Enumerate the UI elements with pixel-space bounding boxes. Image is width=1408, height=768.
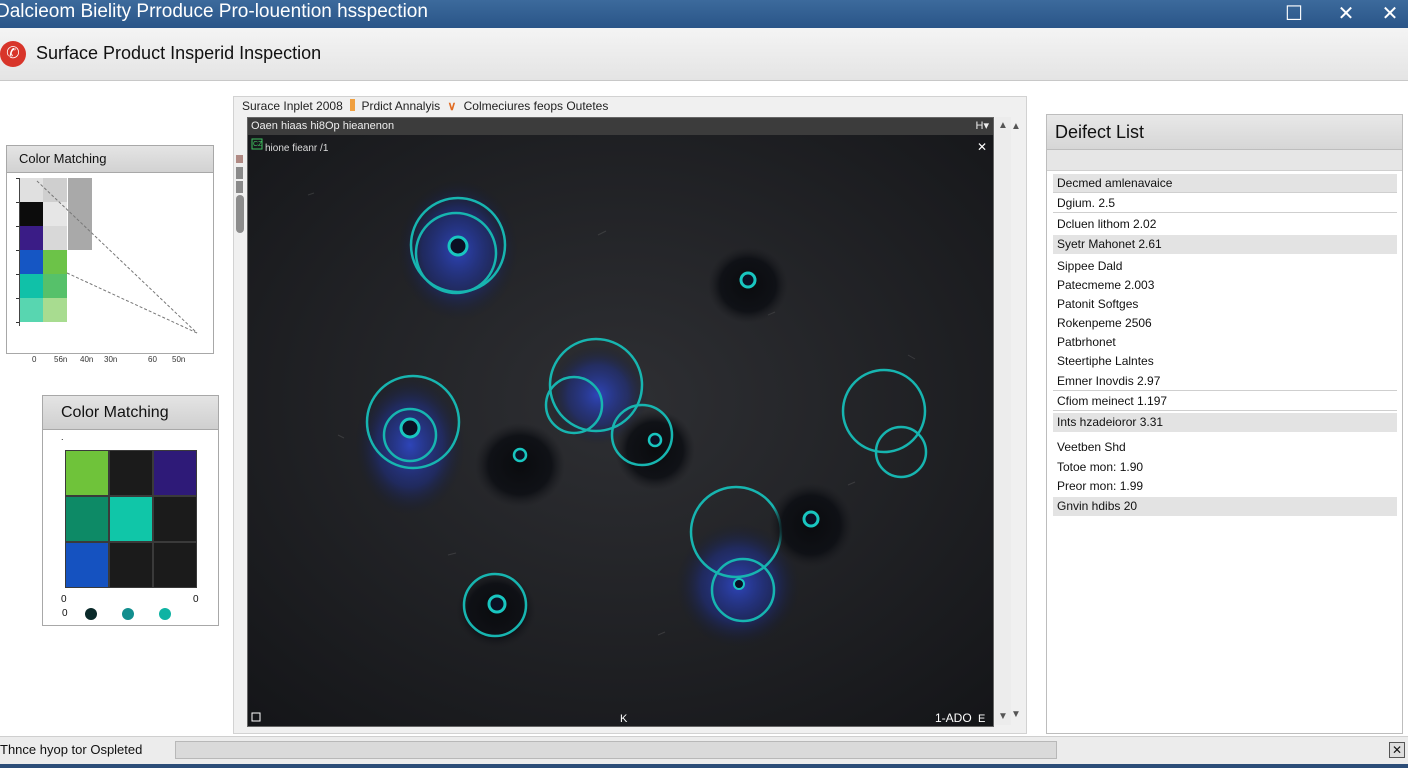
image-close-icon: ✕ [977, 140, 987, 154]
color-matching-grid-panel: Color Matching . 0 0 0 [42, 395, 219, 626]
status-bar: Thnce hyop tor Ospleted ✕ [0, 736, 1408, 765]
axis-tick-label: 56n [54, 355, 68, 364]
window-title-bar: Dalcieom Bielity Prroduce Pro-louention … [0, 0, 1408, 28]
axis-tick-label: 30n [104, 355, 118, 364]
inspection-panel: Surace Inplet 2008 Prdict Annalyis ∨ Col… [233, 96, 1027, 734]
defect-list-item[interactable]: Sippee Dald [1053, 257, 1397, 276]
defect-marker [475, 423, 565, 507]
defect-list-item[interactable]: Preor mon: 1.99 [1053, 477, 1397, 496]
defect-list-item[interactable]: Totoe mon: 1.90 [1053, 458, 1397, 477]
defect-marker [456, 572, 536, 648]
vertical-scrollbar[interactable]: ▲ ▼ [995, 117, 1011, 725]
defect-list-item[interactable]: Patbrhonet [1053, 333, 1397, 352]
panel-scroll-down-icon[interactable]: ▼ [1011, 709, 1021, 720]
overlay-badge-text: CZ [253, 141, 263, 148]
color-grid-cell [153, 496, 197, 542]
inspection-image-window: Oaen hiaas hi8Op hieanenon H▾ CZ hione f… [247, 117, 994, 727]
grid-axis-label: 0 [193, 594, 199, 605]
defect-marker [398, 180, 518, 320]
close-icon: ✕ [1381, 3, 1399, 25]
status-close-icon[interactable]: ✕ [1389, 742, 1405, 758]
grid-axis-label: . [61, 432, 64, 442]
color-grid-cell [65, 542, 109, 588]
tool-marker-icon[interactable] [236, 181, 243, 193]
breadcrumb-item-surface[interactable]: Surace Inplet 2008 [242, 99, 343, 113]
defect-marker [355, 374, 465, 515]
axis-tick-label: 60 [148, 355, 157, 364]
app-title: Surface Product Insperid Inspection [36, 43, 322, 63]
defect-list-item[interactable]: Dgium. 2.5 [1053, 194, 1397, 213]
color-grid-cell [109, 542, 153, 588]
maximize-icon: ☐ [1285, 3, 1303, 25]
breadcrumb: Surace Inplet 2008 Prdict Annalyis ∨ Col… [242, 99, 608, 113]
defect-list-item[interactable]: Rokenpeme 2506 [1053, 314, 1397, 333]
minimize-icon: ✕ [1337, 3, 1355, 25]
axis-tick-label: 0 [32, 355, 37, 364]
color-grid-cell [153, 450, 197, 496]
grid-axis-label: 0 [62, 608, 68, 619]
separator-icon [350, 99, 356, 111]
close-button[interactable]: ✕ [1368, 0, 1408, 28]
guide-lines [36, 180, 198, 334]
color-matching-chart [7, 173, 213, 353]
defect-list-item[interactable]: Veetben Shd [1053, 438, 1397, 457]
defect-list-item[interactable]: Decmed amlenavaice [1053, 174, 1397, 193]
defect-list-item[interactable]: Gnvin hdibs 20 [1053, 497, 1397, 516]
defect-list-item[interactable]: Cfiom meinect 1.197 [1053, 392, 1397, 411]
scroll-up-icon[interactable]: ▲ [998, 120, 1008, 131]
window-title: Dalcieom Bielity Prroduce Pro-louention … [0, 1, 428, 22]
defect-list-item[interactable]: Emner Inovdis 2.97 [1053, 372, 1397, 391]
defect-list-panel: Deifect List Decmed amlenavaice Dgium. 2.… [1046, 114, 1403, 734]
breadcrumb-item-outcomes[interactable]: Colmeciures feops Outetes [464, 99, 609, 113]
maximize-button[interactable]: ☐ [1272, 0, 1316, 28]
color-matching-grid-header: Color Matching [43, 396, 218, 430]
image-window-header: Oaen hiaas hi8Op hieanenon H▾ [248, 118, 993, 135]
minimize-button[interactable]: ✕ [1324, 0, 1368, 28]
axis-tick-label: 40n [80, 355, 94, 364]
color-grid-cell [65, 496, 109, 542]
image-footer-right: 1-ADO [935, 711, 972, 725]
defect-list-item[interactable]: Syetr Mahonet 2.61 [1053, 235, 1397, 254]
bottom-border [0, 764, 1408, 768]
chevron-icon: ∨ [447, 99, 457, 113]
color-grid-cell [65, 450, 109, 496]
defect-list-subheader [1047, 150, 1402, 171]
color-grid-cell [109, 450, 153, 496]
color-grid-cell [109, 496, 153, 542]
tool-marker-icon[interactable] [236, 167, 243, 179]
axis-tick-label: 50n [172, 355, 186, 364]
color-grid: . 0 0 0 [43, 430, 218, 625]
color-matching-panel: Color Matching [6, 145, 214, 354]
defect-list-item[interactable]: Patonit Softges [1053, 295, 1397, 314]
breadcrumb-item-analysis[interactable]: Prdict Annalyis [361, 99, 440, 113]
color-matching-header: Color Matching [7, 146, 213, 173]
zoom-icon: E [978, 713, 985, 725]
defect-list-item[interactable]: Patecmeme 2.003 [1053, 276, 1397, 295]
grid-axis-label: 0 [61, 594, 67, 605]
scroll-thumb[interactable] [236, 195, 244, 233]
defect-marker [769, 483, 853, 567]
tool-strip [236, 155, 244, 233]
image-window-menu-icon[interactable]: H▾ [976, 118, 989, 135]
color-sample-dot [122, 608, 134, 620]
image-footer-center: K [620, 713, 628, 725]
inspection-image: CZ hione fieanr /1 ✕ K 1-ADO E [248, 135, 993, 726]
phone-icon: ✆ [0, 41, 26, 67]
app-header: ✆ Surface Product Insperid Inspection [0, 28, 1408, 81]
color-sample-dot [85, 608, 97, 620]
color-sample-dot [159, 608, 171, 620]
image-window-title: Oaen hiaas hi8Op hieanenon [251, 120, 395, 132]
tool-marker-icon[interactable] [236, 155, 243, 163]
color-grid-cell [153, 542, 197, 588]
status-text: Thnce hyop tor Ospleted [0, 742, 143, 757]
defect-list-item[interactable]: Dcluen lithom 2.02 [1053, 215, 1397, 234]
progress-bar [175, 741, 1057, 759]
overlay-label: hione fieanr /1 [265, 143, 329, 154]
scroll-down-icon[interactable]: ▼ [998, 711, 1008, 722]
defect-list-item[interactable]: Ints hzadeioror 3.31 [1053, 413, 1397, 432]
panel-scroll-up-icon[interactable]: ▲ [1011, 121, 1021, 132]
defect-list-title: Deifect List [1047, 115, 1402, 150]
defect-marker [708, 247, 788, 323]
defect-list-item[interactable]: Steertiphe Lalntes [1053, 352, 1397, 371]
